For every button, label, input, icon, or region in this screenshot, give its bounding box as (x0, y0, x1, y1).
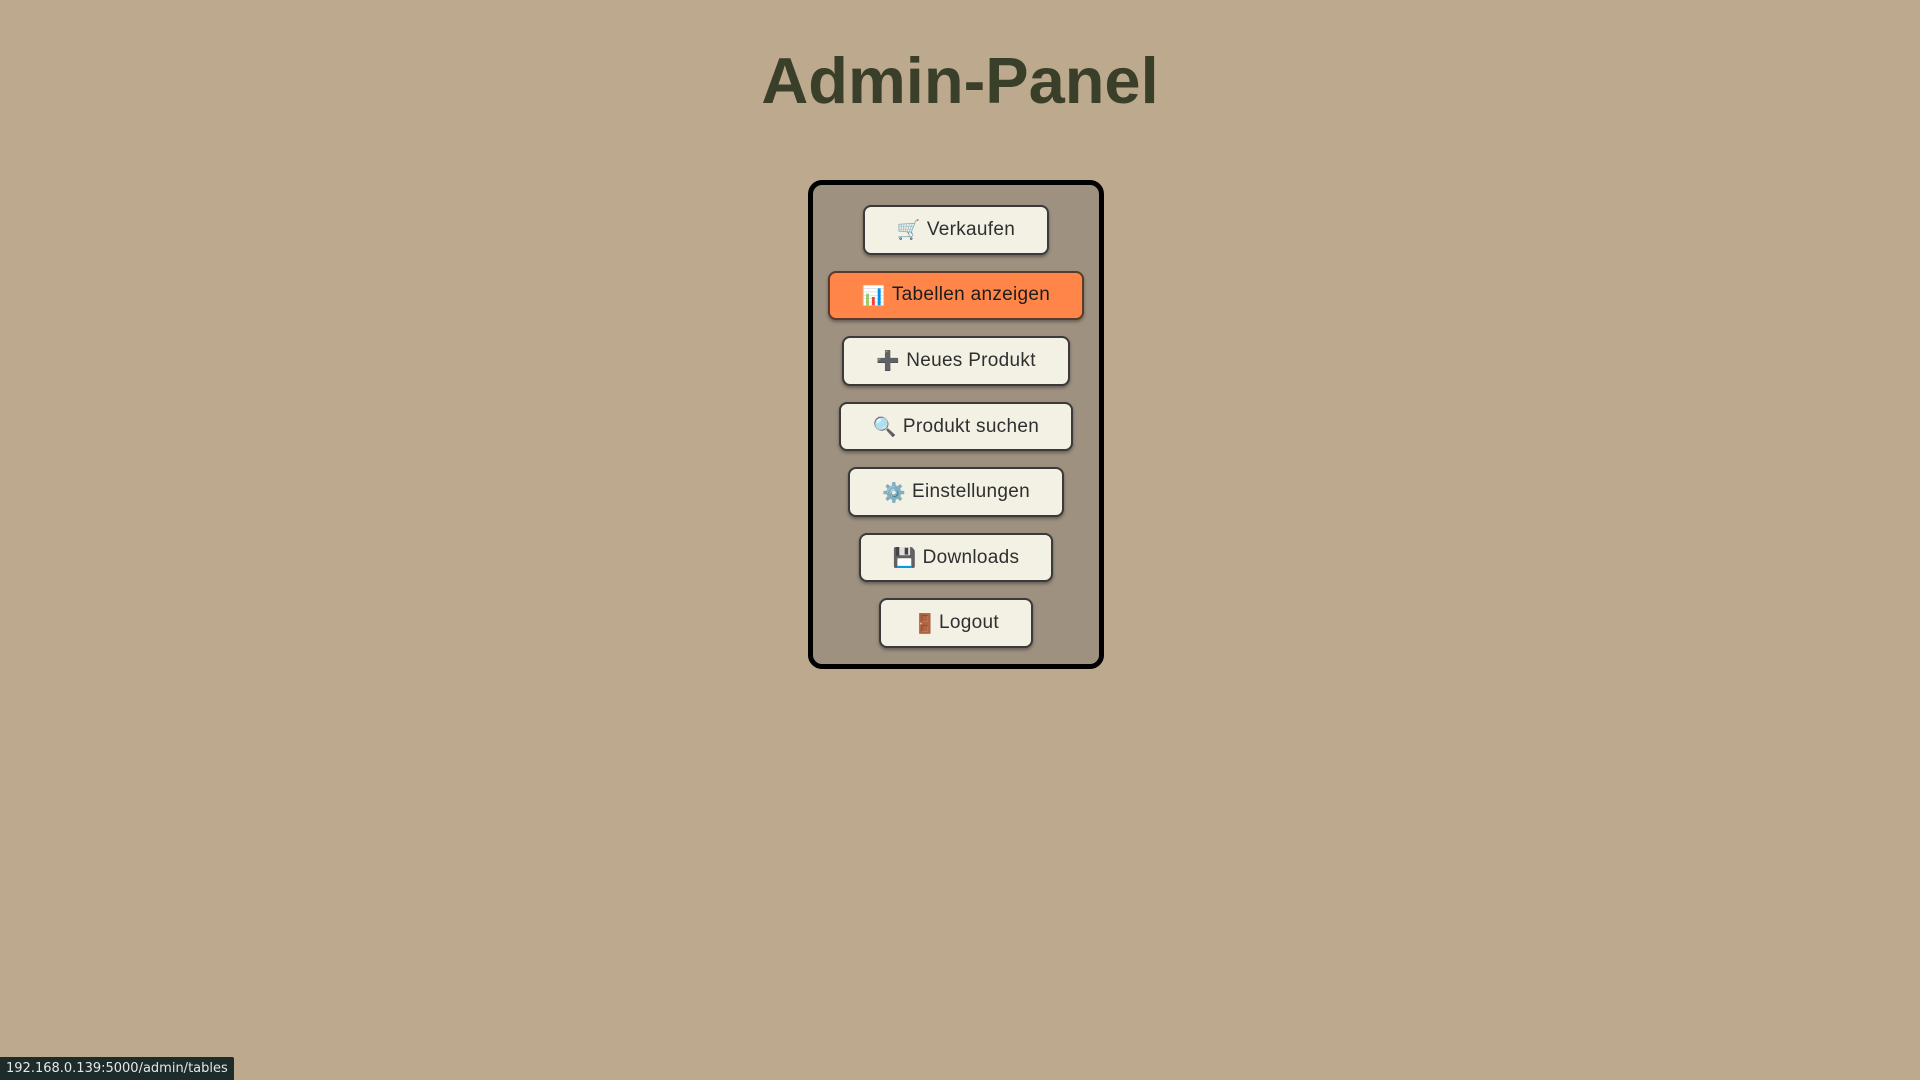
plus-icon: ➕ (876, 350, 901, 373)
magnifier-icon: 🔍 (872, 416, 897, 439)
bar-chart-icon: 📊 (861, 284, 886, 307)
verkaufen-label: Verkaufen (926, 218, 1016, 240)
verkaufen-button[interactable]: 🛒 Verkaufen (862, 205, 1050, 255)
tabellen-anzeigen-label: Tabellen anzeigen (891, 284, 1051, 306)
menu-panel: 🛒 Verkaufen 📊 Tabellen anzeigen ➕ Neues … (808, 180, 1104, 669)
status-bar-url: 192.168.0.139:5000/admin/tables (0, 1057, 234, 1080)
floppy-disk-icon: 💾 (892, 547, 917, 570)
tabellen-anzeigen-button[interactable]: 📊 Tabellen anzeigen (827, 270, 1085, 321)
neues-produkt-label: Neues Produkt (906, 349, 1036, 371)
page: Admin-Panel 🛒 Verkaufen 📊 Tabellen anzei… (0, 0, 1920, 1080)
page-title: Admin-Panel (761, 44, 1159, 117)
produkt-suchen-label: Produkt suchen (902, 415, 1040, 437)
gear-icon: ⚙️ (882, 481, 906, 504)
logout-button[interactable]: 🚪 Logout (879, 598, 1033, 649)
produkt-suchen-button[interactable]: 🔍 Produkt suchen (838, 401, 1074, 452)
einstellungen-button[interactable]: ⚙️ Einstellungen (848, 467, 1064, 517)
logout-label: Logout (939, 612, 999, 634)
neues-produkt-button[interactable]: ➕ Neues Produkt (842, 336, 1070, 386)
downloads-label: Downloads (922, 546, 1020, 568)
shopping-cart-icon: 🛒 (896, 219, 921, 242)
einstellungen-label: Einstellungen (911, 481, 1030, 503)
downloads-button[interactable]: 💾 Downloads (858, 532, 1054, 583)
door-icon: 🚪 (913, 612, 938, 635)
